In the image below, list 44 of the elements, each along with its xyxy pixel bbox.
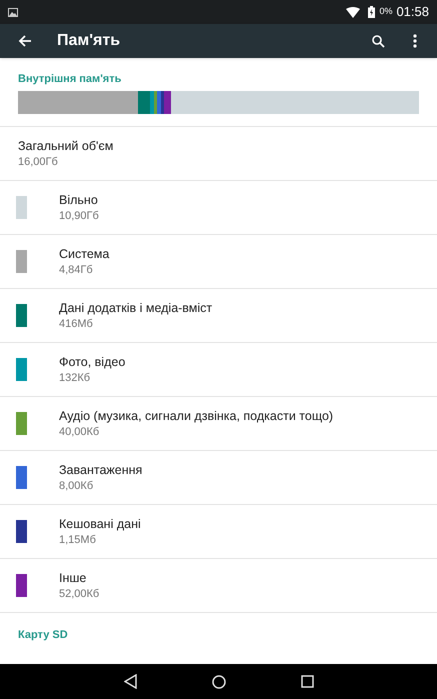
- toolbar-title: Пам'ять: [57, 31, 122, 51]
- item-label: Загальний об'єм: [18, 138, 114, 154]
- item-label: Фото, відео: [59, 354, 126, 370]
- item-size: 52,00Кб: [59, 586, 100, 602]
- wifi-icon: [346, 6, 360, 18]
- list-item[interactable]: Вільно 10,90Гб: [0, 181, 437, 235]
- item-label: Інше: [59, 570, 88, 586]
- list-item[interactable]: Інше 52,00Кб: [0, 559, 437, 613]
- list-item[interactable]: Дані додатків і медіа-вміст 416Мб: [0, 289, 437, 343]
- battery-icon: [368, 6, 376, 18]
- item-label: Система: [59, 246, 110, 262]
- item-label: Вільно: [59, 192, 99, 208]
- item-size: 132Кб: [59, 370, 92, 386]
- item-size: 8,00Кб: [59, 478, 94, 494]
- item-size: 4,84Гб: [59, 262, 94, 278]
- search-icon: [372, 34, 384, 48]
- section-header: Карту SD: [18, 628, 69, 643]
- item-size: 10,90Гб: [59, 208, 99, 224]
- clock: 01:58: [396, 3, 429, 22]
- battery-percent: 0%: [379, 5, 392, 18]
- list-item[interactable]: Фото, відео 132Кб: [0, 343, 437, 397]
- item-size: 416Мб: [59, 316, 94, 332]
- home-button[interactable]: [212, 674, 226, 688]
- list-item[interactable]: Система 4,84Гб: [0, 235, 437, 289]
- item-label: Дані додатків і медіа-вміст: [59, 300, 212, 316]
- item-label: Аудіо (музика, сигнали дзвінка, подкасти тощо): [59, 408, 334, 424]
- more-options-icon: [413, 34, 417, 48]
- section-header: Внутрішня пам'ять: [18, 72, 122, 87]
- list-item[interactable]: Кешовані дані 1,15Мб: [0, 505, 437, 559]
- item-size: 1,15Мб: [59, 532, 97, 548]
- recents-button[interactable]: [300, 675, 314, 688]
- back-triangle-icon: [124, 674, 136, 689]
- item-label: Завантаження: [59, 462, 142, 478]
- list-item[interactable]: Завантаження 8,00Кб: [0, 451, 437, 505]
- recents-square-icon: [300, 675, 314, 688]
- list-item[interactable]: Аудіо (музика, сигнали дзвінка, подкасти тощо) 40,00Кб: [0, 397, 437, 451]
- back-arrow-icon: [18, 35, 32, 47]
- image-icon: [8, 8, 18, 16]
- item-label: Кешовані дані: [59, 516, 141, 532]
- item-size: 16,00Гб: [18, 154, 59, 170]
- back-nav-button[interactable]: [124, 674, 136, 689]
- list-item[interactable]: Загальний об'єм 16,00Гб: [0, 127, 437, 181]
- item-size: 40,00Кб: [59, 424, 100, 440]
- home-circle-icon: [212, 674, 226, 688]
